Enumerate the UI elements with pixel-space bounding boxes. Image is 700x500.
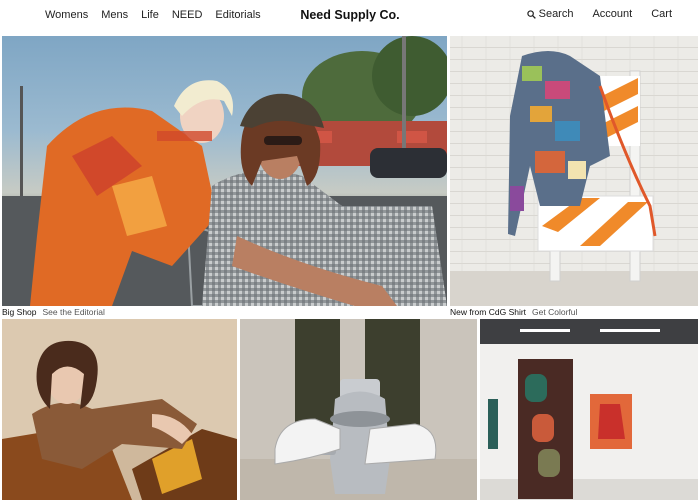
search-icon	[526, 9, 536, 19]
primary-nav: Womens Mens Life NEED Editorials	[45, 9, 274, 21]
nav-editorials[interactable]: Editorials	[215, 9, 260, 21]
cart-link[interactable]: Cart	[651, 8, 672, 20]
editorial-image-gallery[interactable]	[480, 319, 698, 500]
nav-life[interactable]: Life	[141, 9, 159, 21]
get-colorful-link[interactable]: Get Colorful	[532, 307, 577, 317]
search-link[interactable]: Search	[526, 8, 574, 20]
sneakers-photo	[240, 319, 477, 500]
product-image-cdg-shirt[interactable]	[450, 36, 698, 306]
account-link[interactable]: Account	[592, 8, 632, 20]
gallery-photo	[480, 319, 698, 500]
search-label: Search	[538, 8, 574, 20]
caption-big-shop: Big Shop See the Editorial	[2, 307, 105, 317]
editorial-image-lace-top[interactable]	[2, 319, 237, 500]
editorial-image-big-shop[interactable]	[2, 36, 447, 306]
nav-need[interactable]: NEED	[172, 9, 203, 21]
logo-text[interactable]: Need Supply Co.	[300, 8, 399, 22]
nav-mens[interactable]: Mens	[101, 9, 128, 21]
cdg-shirt-title[interactable]: New from CdG Shirt	[450, 307, 526, 317]
editorial-photo	[2, 36, 447, 306]
site-header: Womens Mens Life NEED Editorials Need Su…	[0, 0, 700, 34]
see-editorial-link[interactable]: See the Editorial	[43, 307, 105, 317]
caption-cdg-shirt: New from CdG Shirt Get Colorful	[450, 307, 577, 317]
big-shop-title[interactable]: Big Shop	[2, 307, 37, 317]
utility-nav: Search Account Cart	[508, 8, 672, 20]
cdg-shirt-photo	[450, 36, 698, 306]
lace-top-photo	[2, 319, 237, 500]
nav-womens[interactable]: Womens	[45, 9, 88, 21]
product-image-sneakers[interactable]	[240, 319, 477, 500]
